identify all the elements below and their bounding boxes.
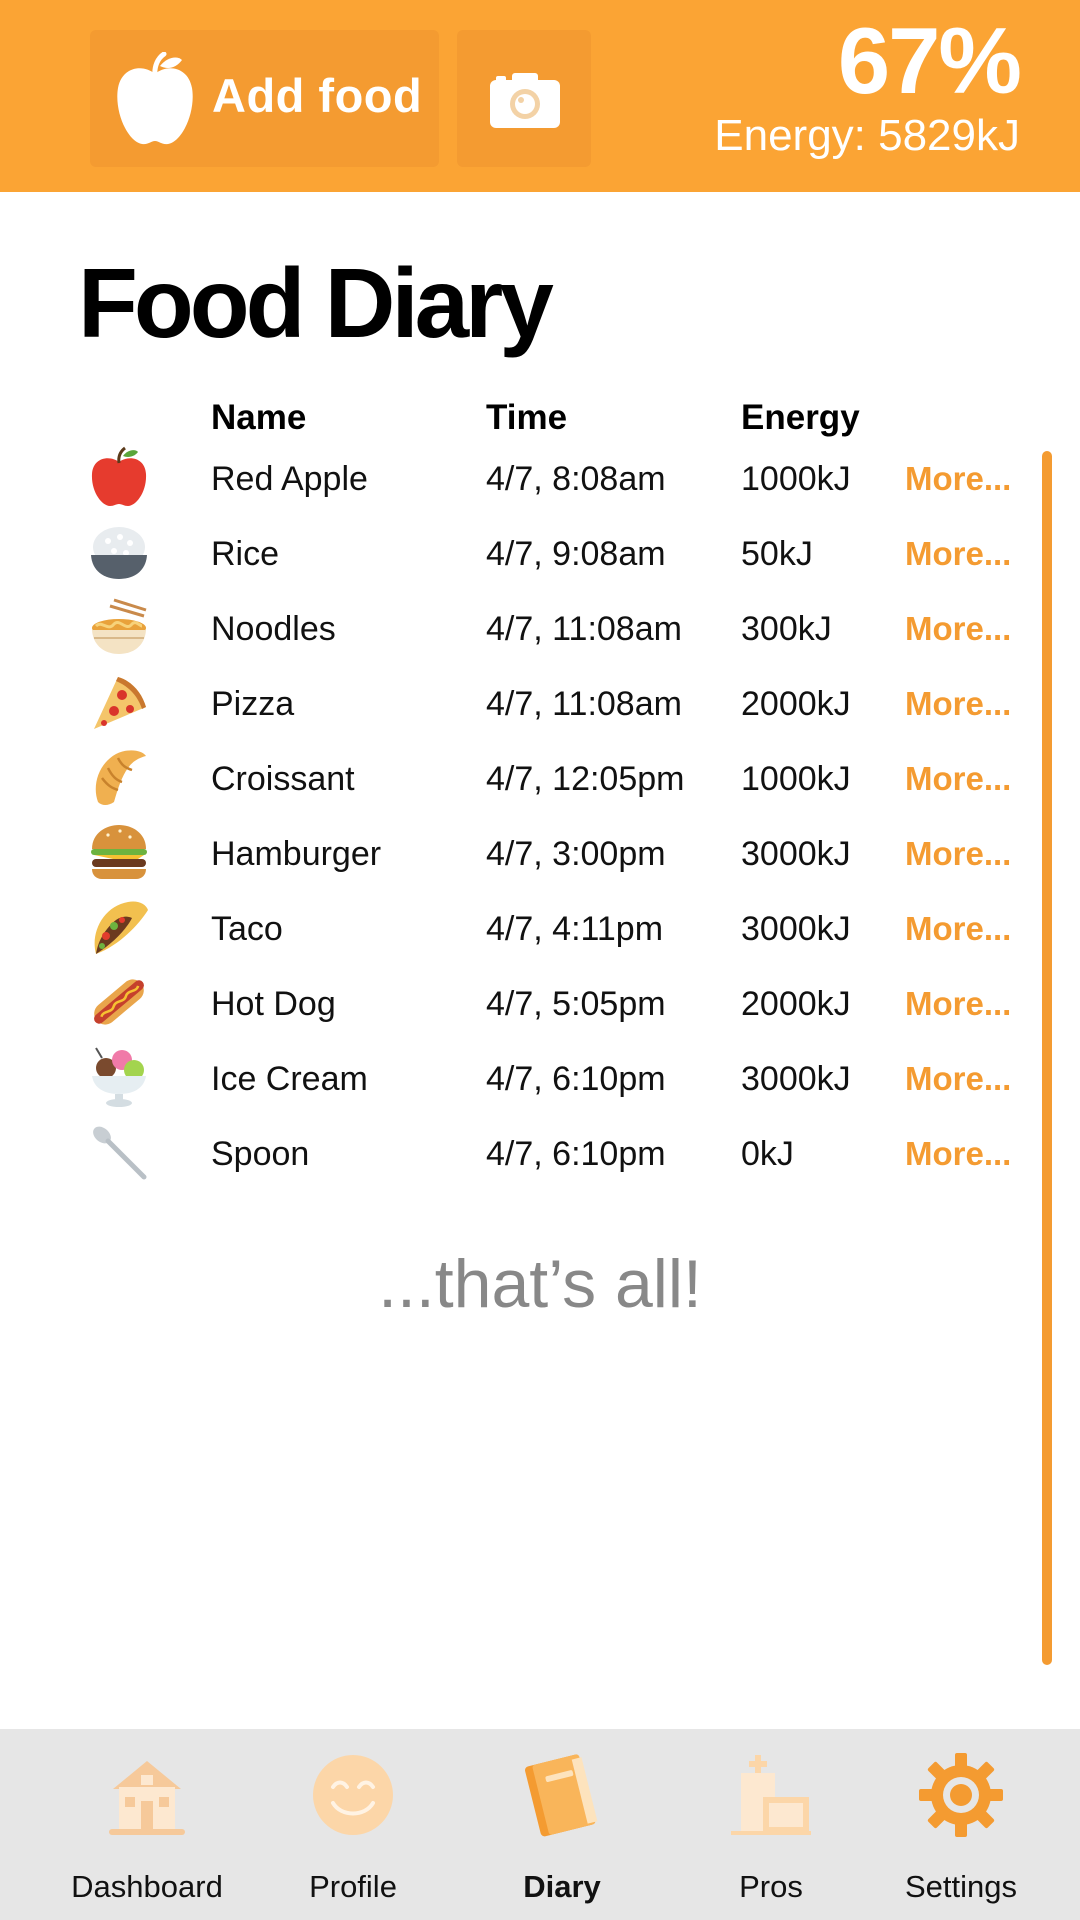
tab-label: Diary xyxy=(523,1869,601,1904)
add-food-label: Add food xyxy=(212,69,423,122)
notebook-icon xyxy=(525,1754,598,1837)
daily-percent: 67% xyxy=(837,8,1022,113)
camera-icon xyxy=(490,73,560,128)
food-time: 4/7, 11:08am xyxy=(486,610,682,648)
food-time: 4/7, 4:11pm xyxy=(486,910,664,948)
hot-dog-icon xyxy=(94,979,144,1025)
add-food-button[interactable]: Add food xyxy=(90,30,439,167)
camera-button[interactable] xyxy=(457,30,591,167)
table-row: Pizza 4/7, 11:08am 2000kJ More... xyxy=(0,667,1080,742)
tab-pros[interactable]: Pros xyxy=(663,1729,879,1920)
food-energy: 1000kJ xyxy=(741,460,851,498)
table-row: Taco 4/7, 4:11pm 3000kJ More... xyxy=(0,892,1080,967)
food-time: 4/7, 5:05pm xyxy=(486,985,666,1023)
tab-settings[interactable]: Settings xyxy=(853,1729,1069,1920)
spoon-icon xyxy=(93,1126,147,1180)
more-link[interactable]: More... xyxy=(905,835,1011,873)
tab-bar: Dashboard Profile Diary Pros Settings xyxy=(0,1729,1080,1920)
smiley-icon xyxy=(313,1755,393,1835)
food-time: 4/7, 3:00pm xyxy=(486,835,666,873)
food-time: 4/7, 6:10pm xyxy=(486,1135,666,1173)
food-time: 4/7, 12:05pm xyxy=(486,760,685,798)
tab-profile[interactable]: Profile xyxy=(245,1729,461,1920)
page-title: Food Diary xyxy=(78,248,554,358)
food-name: Noodles xyxy=(211,610,336,648)
tab-label: Dashboard xyxy=(71,1869,223,1904)
table-row: Red Apple 4/7, 8:08am 1000kJ More... xyxy=(0,442,1080,517)
tab-label: Profile xyxy=(309,1869,397,1904)
more-link[interactable]: More... xyxy=(905,685,1011,723)
more-link[interactable]: More... xyxy=(905,535,1011,573)
food-name: Ice Cream xyxy=(211,1060,368,1098)
red-apple-icon xyxy=(91,446,147,506)
house-icon xyxy=(109,1761,185,1835)
food-energy: 3000kJ xyxy=(741,1060,851,1098)
table-row: Noodles 4/7, 11:08am 300kJ More... xyxy=(0,592,1080,667)
food-name: Rice xyxy=(211,535,280,573)
croissant-icon xyxy=(95,750,146,805)
noodles-icon xyxy=(92,598,147,654)
table-row: Rice 4/7, 9:08am 50kJ More... xyxy=(0,517,1080,592)
energy-total: Energy: 5829kJ xyxy=(714,111,1020,160)
food-name: Taco xyxy=(211,910,283,948)
food-time: 4/7, 6:10pm xyxy=(486,1060,666,1098)
taco-icon xyxy=(94,901,148,954)
column-header-energy: Energy xyxy=(741,398,860,437)
food-name: Croissant xyxy=(211,760,355,798)
food-time: 4/7, 11:08am xyxy=(486,685,682,723)
tab-label: Settings xyxy=(904,1869,1017,1904)
hamburger-icon xyxy=(91,825,147,879)
food-energy: 2000kJ xyxy=(741,685,851,723)
more-link[interactable]: More... xyxy=(905,610,1011,648)
more-link[interactable]: More... xyxy=(905,910,1011,948)
food-energy: 2000kJ xyxy=(741,985,851,1023)
food-energy: 300kJ xyxy=(741,610,832,648)
tab-label: Pros xyxy=(739,1869,803,1904)
food-name: Pizza xyxy=(211,685,295,723)
food-energy: 0kJ xyxy=(741,1135,794,1173)
food-energy: 1000kJ xyxy=(741,760,851,798)
tab-diary[interactable]: Diary xyxy=(454,1729,670,1920)
more-link[interactable]: More... xyxy=(905,1135,1011,1173)
table-row: Hamburger 4/7, 3:00pm 3000kJ More... xyxy=(0,817,1080,892)
end-of-list-note: ...that’s all! xyxy=(378,1246,702,1322)
food-time: 4/7, 9:08am xyxy=(486,535,666,573)
pizza-icon xyxy=(94,677,146,729)
hospital-icon xyxy=(731,1755,811,1835)
apple-icon xyxy=(117,52,193,145)
more-link[interactable]: More... xyxy=(905,760,1011,798)
column-header-time: Time xyxy=(486,398,568,437)
table-row: Ice Cream 4/7, 6:10pm 3000kJ More... xyxy=(0,1042,1080,1117)
food-energy: 50kJ xyxy=(741,535,813,573)
table-row: Hot Dog 4/7, 5:05pm 2000kJ More... xyxy=(0,967,1080,1042)
rice-bowl-icon xyxy=(91,527,147,579)
ice-cream-icon xyxy=(92,1047,146,1107)
food-name: Hot Dog xyxy=(211,985,336,1023)
column-header-name: Name xyxy=(211,398,307,437)
food-name: Spoon xyxy=(211,1135,310,1173)
table-row: Spoon 4/7, 6:10pm 0kJ More... xyxy=(0,1117,1080,1192)
scrollbar[interactable] xyxy=(1042,451,1052,1665)
food-time: 4/7, 8:08am xyxy=(486,460,666,498)
top-bar: Add food 67% Energy: 5829kJ xyxy=(0,0,1080,192)
more-link[interactable]: More... xyxy=(905,460,1011,498)
food-energy: 3000kJ xyxy=(741,910,851,948)
food-energy: 3000kJ xyxy=(741,835,851,873)
gear-icon xyxy=(919,1753,1003,1837)
more-link[interactable]: More... xyxy=(905,1060,1011,1098)
table-row: Croissant 4/7, 12:05pm 1000kJ More... xyxy=(0,742,1080,817)
more-link[interactable]: More... xyxy=(905,985,1011,1023)
food-name: Hamburger xyxy=(211,835,382,873)
tab-dashboard[interactable]: Dashboard xyxy=(39,1729,255,1920)
food-name: Red Apple xyxy=(211,460,368,498)
